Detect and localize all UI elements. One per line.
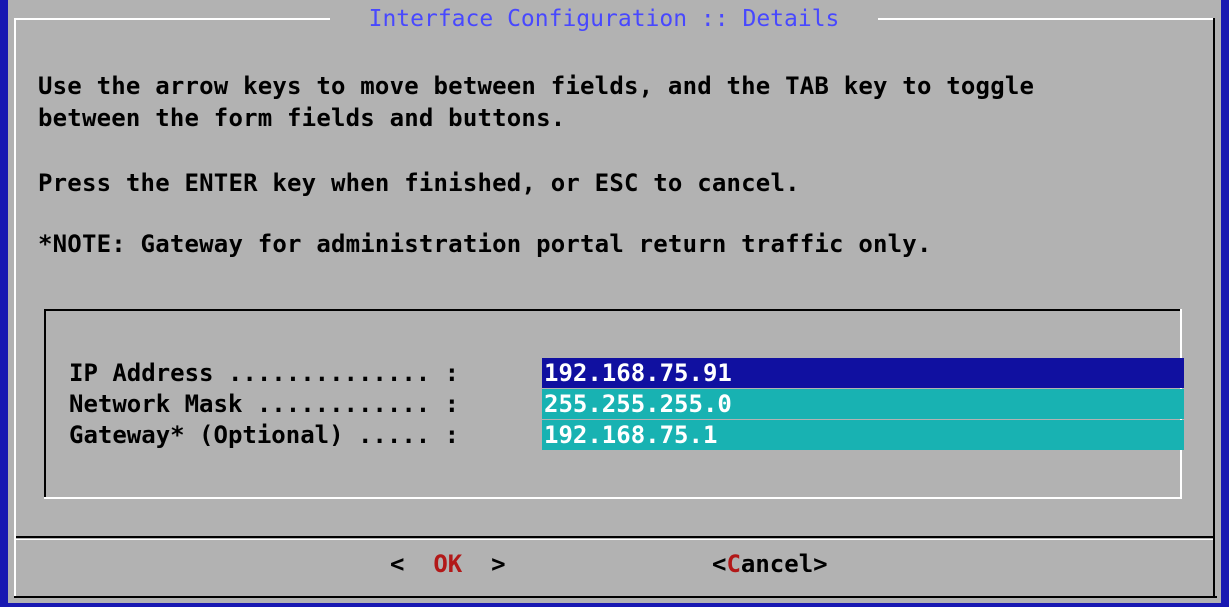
button-bar: < OK > <Cancel> [8,548,1221,580]
cancel-button-prefix: < [712,550,727,578]
ok-button-suffix: > [462,550,506,578]
frame-bottom [14,596,1217,598]
ip-address-field[interactable]: 192.168.75.91 [542,358,1184,388]
dialog-window: Interface Configuration :: Details Use t… [8,0,1221,603]
instructions-line-1: Use the arrow keys to move between field… [38,72,1035,100]
frame-top-right [878,18,1215,20]
ok-button-hotkey: OK [433,550,463,578]
network-mask-label: Network Mask ............ : [69,390,474,418]
ok-button[interactable]: < OK > [390,548,506,580]
gateway-label: Gateway* (Optional) ..... : [69,421,474,449]
cancel-button-hotkey: C [726,550,741,578]
button-separator [16,536,1213,538]
ip-address-label: IP Address .............. : [69,359,474,387]
cancel-button-suffix: ancel> [740,550,828,578]
gateway-field[interactable]: 192.168.75.1 [542,420,1184,450]
button-separator-highlight [16,539,1213,540]
dialog-title: Interface Configuration :: Details [330,5,878,33]
enter-hint: Press the ENTER key when finished, or ES… [38,169,800,197]
cancel-button[interactable]: <Cancel> [712,548,828,580]
frame-top-left [14,18,330,20]
gateway-note: *NOTE: Gateway for administration portal… [38,230,932,258]
ok-button-prefix: < [390,550,434,578]
form-box: IP Address .............. : 192.168.75.9… [44,309,1184,499]
instructions-line-2: between the form fields and buttons. [38,104,566,132]
network-mask-field[interactable]: 255.255.255.0 [542,389,1184,419]
frame-right [1213,18,1215,596]
frame-left [14,18,16,596]
